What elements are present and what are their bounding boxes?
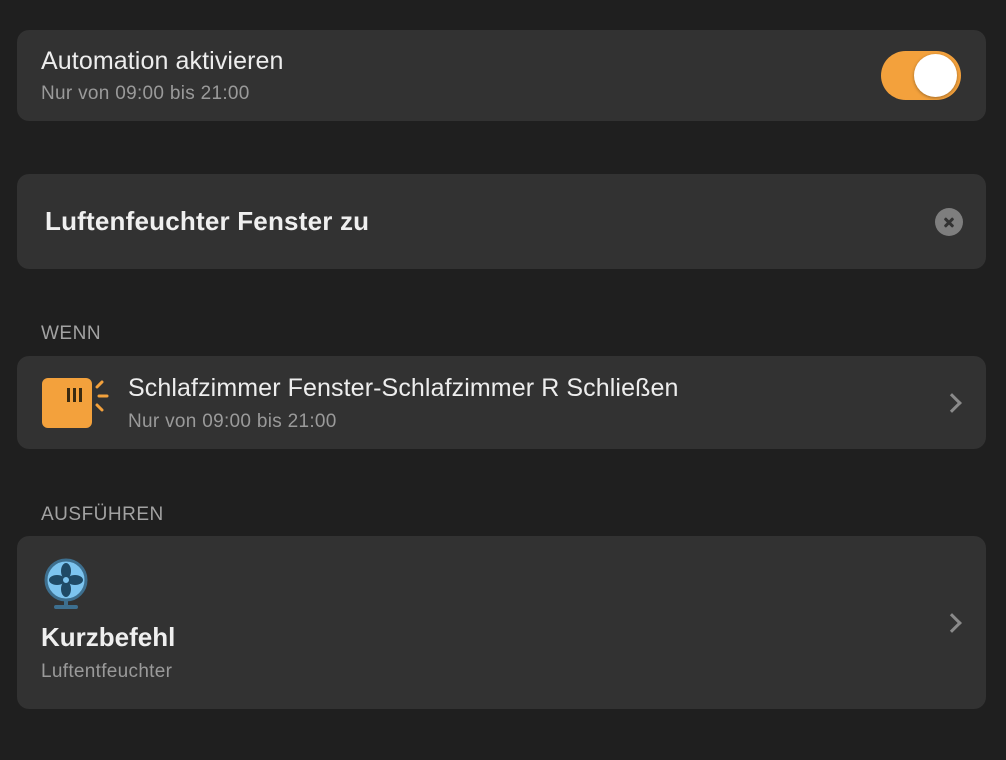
execute-section-label: AUSFÜHREN: [41, 504, 164, 525]
chevron-right-icon: [942, 613, 962, 633]
action-subtitle: Luftentfeuchter: [41, 661, 173, 682]
automation-toggle-label: Automation aktivieren: [41, 47, 284, 75]
automation-name-field[interactable]: Luftenfeuchter Fenster zu: [45, 206, 369, 237]
window-icon: [42, 378, 109, 428]
trigger-title: Schlafzimmer Fenster-Schlafzimmer R Schl…: [128, 374, 679, 402]
action-row[interactable]: Kurzbefehl Luftentfeuchter: [17, 536, 986, 709]
automation-toggle-card: Automation aktivieren Nur von 09:00 bis …: [17, 30, 986, 121]
fan-icon: [44, 558, 88, 609]
chevron-right-icon: [942, 393, 962, 413]
action-title: Kurzbefehl: [41, 622, 176, 652]
automation-name-card: Luftenfeuchter Fenster zu: [17, 174, 986, 269]
automation-toggle-switch[interactable]: [881, 51, 961, 100]
when-section-label: WENN: [41, 323, 102, 344]
automation-schedule: Nur von 09:00 bis 21:00: [41, 83, 250, 104]
trigger-row[interactable]: Schlafzimmer Fenster-Schlafzimmer R Schl…: [17, 356, 986, 449]
clear-icon[interactable]: [935, 208, 963, 236]
trigger-schedule: Nur von 09:00 bis 21:00: [128, 411, 337, 432]
toggle-knob: [914, 54, 957, 97]
